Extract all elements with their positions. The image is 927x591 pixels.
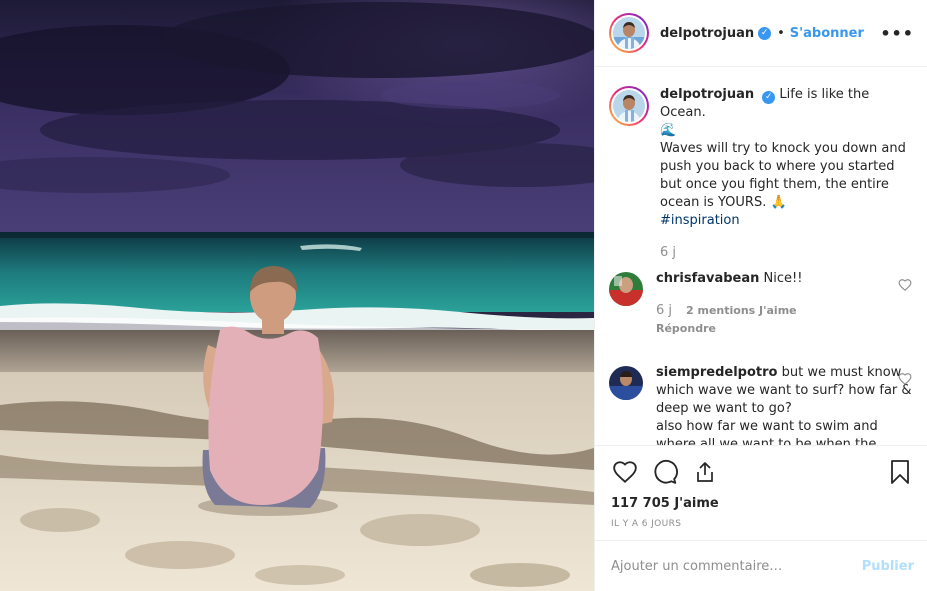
beach-night-photo (0, 0, 594, 591)
publish-button[interactable]: Publier (862, 559, 914, 574)
post-actions: 117 705 J'aime IL Y A 6 JOURS (595, 445, 927, 540)
bookmark-icon[interactable] (886, 458, 914, 486)
caption-meta: 6 j (660, 244, 912, 262)
verified-badge-icon: ✓ (758, 26, 772, 40)
author-avatar[interactable] (609, 13, 649, 53)
avatar-image (613, 90, 645, 122)
comments-list[interactable]: delpotrojuan ✓ Life is like the Ocean. 🌊… (595, 68, 927, 445)
avatar-image (609, 366, 643, 400)
caption: delpotrojuan ✓ Life is like the Ocean. 🌊… (609, 86, 912, 262)
comment-item: siempredelpotro but we must know which w… (609, 364, 912, 445)
hashtag-link[interactable]: #inspiration (660, 212, 912, 230)
comment-text: Nice!! (763, 271, 803, 286)
comment-heart-icon[interactable] (898, 372, 912, 386)
comment-icon[interactable] (651, 458, 679, 486)
comment-username[interactable]: siempredelpotro (656, 365, 777, 380)
caption-time[interactable]: 6 j (660, 244, 676, 262)
commenter-avatar[interactable] (609, 366, 643, 400)
header-separator: • (777, 25, 785, 41)
avatar-image (609, 272, 643, 306)
wave-emoji: 🌊 (660, 123, 677, 138)
comment-heart-icon[interactable] (898, 278, 912, 292)
comment-username[interactable]: chrisfavabean (656, 271, 759, 286)
post-header: delpotrojuan ✓ • S'abonner ••• (595, 0, 927, 67)
comment-text-continued: also how far we want to swim and where a… (656, 419, 878, 445)
post-photo[interactable] (0, 0, 594, 591)
share-icon[interactable] (691, 458, 719, 486)
comment-input[interactable] (611, 558, 862, 574)
action-icons-row (611, 446, 912, 494)
post-side-panel: delpotrojuan ✓ • S'abonner ••• delpotroj… (594, 0, 927, 591)
post-date[interactable]: IL Y A 6 JOURS (611, 519, 912, 529)
comment-time[interactable]: 6 j (656, 302, 672, 320)
comment-meta: 6 j 2 mentions J'aime (656, 302, 912, 320)
comment-body: siempredelpotro but we must know which w… (656, 364, 912, 445)
caption-avatar[interactable] (609, 86, 649, 126)
verified-badge-icon: ✓ (762, 91, 776, 104)
caption-body: delpotrojuan ✓ Life is like the Ocean. 🌊… (660, 86, 912, 262)
heart-icon[interactable] (611, 458, 639, 486)
more-options-icon[interactable]: ••• (880, 24, 914, 43)
author-username[interactable]: delpotrojuan (660, 26, 754, 41)
reply-button[interactable]: Répondre (656, 320, 912, 338)
comment-item: chrisfavabean Nice!! 6 j 2 mentions J'ai… (609, 270, 912, 338)
caption-username[interactable]: delpotrojuan (660, 87, 754, 102)
commenter-avatar[interactable] (609, 272, 643, 306)
add-comment-form: Publier (595, 540, 927, 591)
caption-text: Waves will try to knock you down and pus… (660, 141, 906, 210)
follow-button[interactable]: S'abonner (790, 26, 864, 41)
comment-body: chrisfavabean Nice!! 6 j 2 mentions J'ai… (656, 270, 912, 338)
avatar-image (613, 17, 645, 49)
comment-like-count[interactable]: 2 mentions J'aime (686, 302, 797, 320)
like-count[interactable]: 117 705 J'aime (611, 496, 912, 511)
